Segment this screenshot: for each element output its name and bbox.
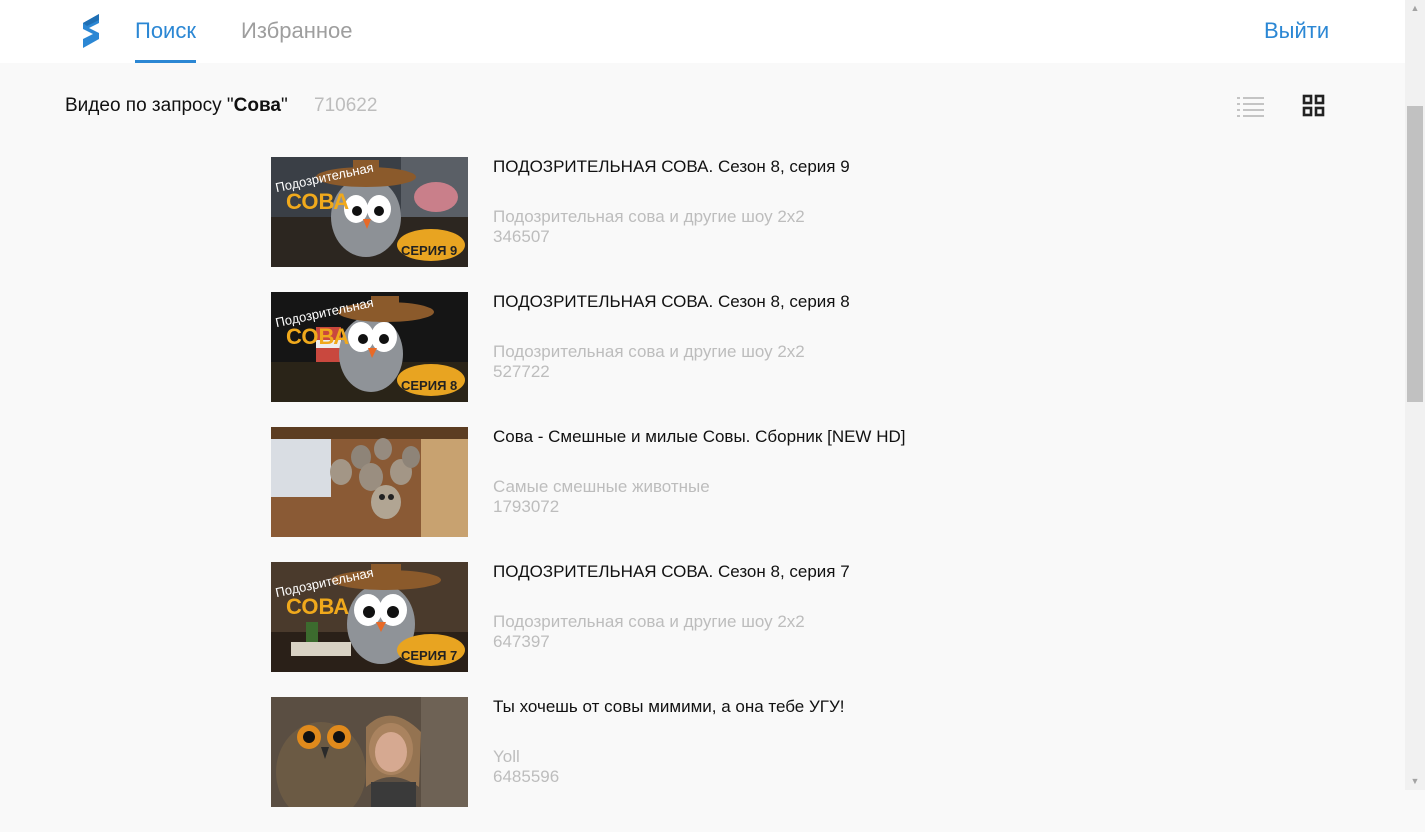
video-channel: Подозрительная сова и другие шоу 2х2 <box>493 207 805 226</box>
video-views: 6485596 <box>493 767 560 786</box>
video-channel: Yoll <box>493 747 520 766</box>
svg-text:СОВА: СОВА <box>286 594 349 619</box>
video-item[interactable]: Подозрительная СОВА СЕРИЯ 7 ПОДОЗРИТЕЛЬН… <box>271 562 971 697</box>
video-thumbnail[interactable] <box>271 427 468 537</box>
video-thumbnail[interactable]: Подозрительная СОВА СЕРИЯ 7 <box>271 562 468 672</box>
svg-text:СЕРИЯ 9: СЕРИЯ 9 <box>401 243 457 258</box>
video-channel: Самые смешные животные <box>493 477 710 496</box>
video-views: 647397 <box>493 632 550 651</box>
results-count: 710622 <box>314 95 378 116</box>
svg-text:СОВА: СОВА <box>286 324 349 349</box>
scrollbar-thumb[interactable] <box>1407 106 1423 402</box>
video-views: 527722 <box>493 362 550 381</box>
video-title[interactable]: ПОДОЗРИТЕЛЬНАЯ СОВА. Сезон 8, серия 9 <box>493 157 850 177</box>
video-results-list: Подозрительная СОВА СЕРИЯ 9 ПОДОЗРИТЕЛЬН… <box>271 157 971 832</box>
video-item[interactable]: Ты хочешь от совы мимими, а она тебе УГУ… <box>271 697 971 832</box>
top-bar: Поиск Избранное Выйти <box>0 0 1405 63</box>
search-results-heading: Видео по запросу "Сова" <box>65 94 288 118</box>
video-channel: Подозрительная сова и другие шоу 2х2 <box>493 342 805 361</box>
svg-text:СОВА: СОВА <box>286 189 349 214</box>
svg-text:СЕРИЯ 8: СЕРИЯ 8 <box>401 378 457 393</box>
vertical-scrollbar[interactable]: ▲ ▼ <box>1405 0 1425 790</box>
video-item[interactable]: Сова - Смешные и милые Совы. Сборник [NE… <box>271 427 971 562</box>
query-prefix: Видео по запросу " <box>65 95 234 116</box>
video-item[interactable]: Подозрительная СОВА СЕРИЯ 8 ПОДОЗРИТЕЛЬН… <box>271 292 971 427</box>
video-views: 1793072 <box>493 497 560 516</box>
svg-text:СЕРИЯ 7: СЕРИЯ 7 <box>401 648 457 663</box>
logout-button[interactable]: Выйти <box>1264 17 1329 45</box>
video-thumbnail[interactable]: Подозрительная СОВА СЕРИЯ 9 <box>271 157 468 267</box>
video-channel: Подозрительная сова и другие шоу 2х2 <box>493 612 805 631</box>
video-title[interactable]: ПОДОЗРИТЕЛЬНАЯ СОВА. Сезон 8, серия 7 <box>493 562 850 582</box>
scroll-down-arrow-icon[interactable]: ▼ <box>1405 773 1425 790</box>
video-title[interactable]: ПОДОЗРИТЕЛЬНАЯ СОВА. Сезон 8, серия 8 <box>493 292 850 312</box>
video-thumbnail[interactable] <box>271 697 468 807</box>
video-title[interactable]: Сова - Смешные и милые Совы. Сборник [NE… <box>493 427 905 447</box>
list-view-icon[interactable] <box>1236 94 1266 118</box>
tab-search[interactable]: Поиск <box>135 17 196 63</box>
query-suffix: " <box>280 95 288 116</box>
video-views: 346507 <box>493 227 550 246</box>
scroll-up-arrow-icon[interactable]: ▲ <box>1405 0 1425 17</box>
app-logo-icon[interactable] <box>79 12 103 50</box>
query-term: Сова <box>233 95 281 116</box>
video-title[interactable]: Ты хочешь от совы мимими, а она тебе УГУ… <box>493 697 845 717</box>
video-item[interactable]: Подозрительная СОВА СЕРИЯ 9 ПОДОЗРИТЕЛЬН… <box>271 157 971 292</box>
video-thumbnail[interactable]: Подозрительная СОВА СЕРИЯ 8 <box>271 292 468 402</box>
grid-view-icon[interactable] <box>1302 94 1326 118</box>
tab-favorites[interactable]: Избранное <box>241 17 353 63</box>
